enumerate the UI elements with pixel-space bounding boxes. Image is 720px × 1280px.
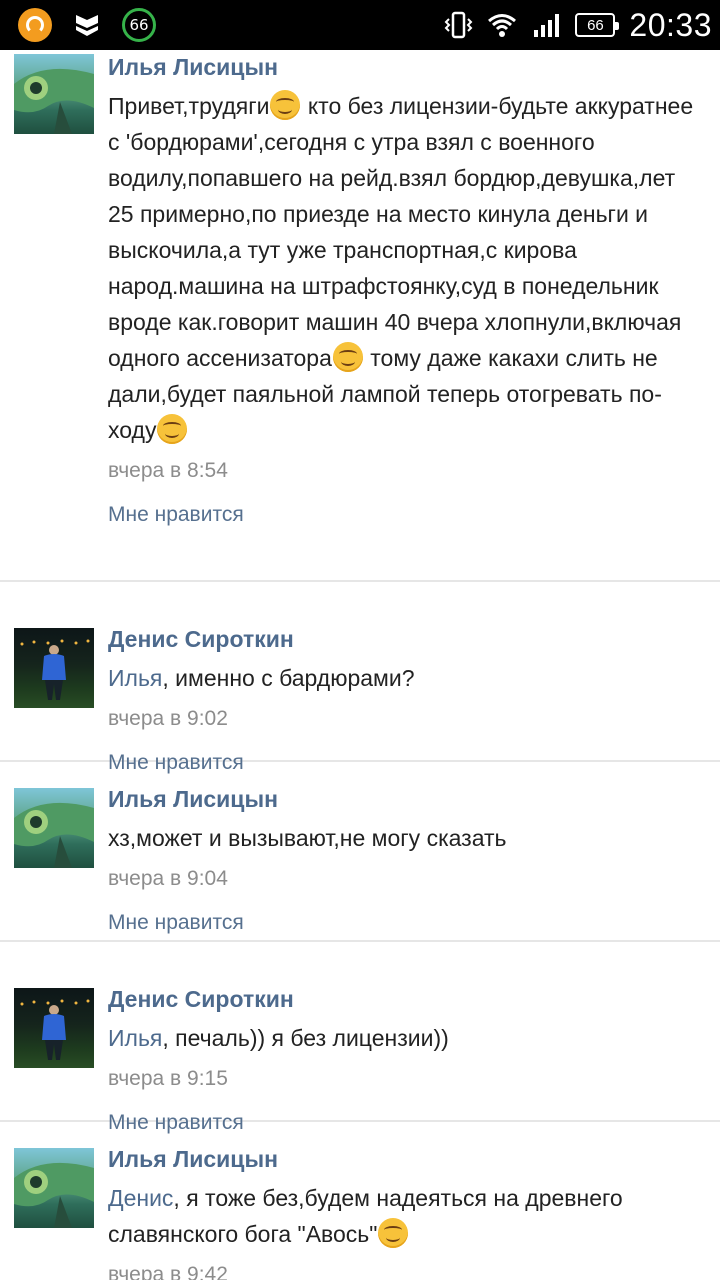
- comment-text: хз,может и вызывают,не могу сказать: [108, 820, 704, 856]
- battery-icon: 66: [575, 13, 620, 37]
- comment-time: вчера в 9:04: [108, 867, 228, 890]
- comment-time: вчера в 9:15: [108, 1067, 228, 1090]
- comment-text-segment: , печаль)) я без лицензии)): [162, 1025, 449, 1051]
- system-icons: 66 20:33: [443, 4, 712, 46]
- chameleon-avatar[interactable]: [14, 1148, 94, 1228]
- smile-emoji: [270, 90, 301, 120]
- comment-text: Привет,трудяги кто без лицензии-будьте а…: [108, 88, 704, 448]
- comment-body: Илья Лисицын Денис, я тоже без,будем наде…: [108, 1144, 704, 1280]
- like-button[interactable]: Мне нравится: [108, 908, 704, 938]
- comment-body: Илья Лисицын хз,может и вызывают,не могу …: [108, 784, 704, 938]
- clock: 20:33: [629, 6, 712, 43]
- comment-item: Денис Сироткин Илья, именно с бардюрами? в…: [0, 582, 720, 774]
- comment-text: Илья, именно с бардюрами?: [108, 660, 704, 696]
- chameleon-icon: [14, 1162, 94, 1228]
- comment-item: Денис Сироткин Илья, печаль)) я без лицен…: [0, 942, 720, 1134]
- notification-icons: 66: [18, 7, 156, 43]
- mention-link[interactable]: Илья: [108, 1025, 162, 1051]
- comment-body: Илья Лисицын Привет,трудяги кто без лицен…: [108, 52, 704, 530]
- battery-ring-value: 66: [129, 16, 149, 34]
- comment-text-segment: , я тоже без,будем надеяться на древнего…: [108, 1185, 623, 1247]
- app-circle-icon: [18, 8, 52, 42]
- night-photo-avatar[interactable]: [14, 988, 94, 1068]
- battery-ring-icon: 66: [122, 8, 156, 42]
- comment-author[interactable]: Илья Лисицын: [108, 1144, 704, 1174]
- wifi-icon: [488, 14, 517, 37]
- smile-emoji: [332, 342, 363, 372]
- comment-time: вчера в 9:02: [108, 707, 228, 730]
- chameleon-icon: [14, 802, 94, 868]
- chameleon-avatar[interactable]: [14, 788, 94, 868]
- shield-icon: [76, 15, 98, 36]
- like-button[interactable]: Мне нравится: [108, 500, 704, 530]
- chameleon-avatar[interactable]: [14, 54, 94, 134]
- comment-time: вчера в 9:42: [108, 1263, 228, 1280]
- battery-level: 66: [587, 16, 604, 34]
- comment-author[interactable]: Илья Лисицын: [108, 52, 704, 82]
- comment-text: Денис, я тоже без,будем надеяться на дре…: [108, 1180, 704, 1252]
- comment-time: вчера в 8:54: [108, 459, 228, 482]
- comment-body: Денис Сироткин Илья, печаль)) я без лицен…: [108, 984, 704, 1138]
- comment-body: Денис Сироткин Илья, именно с бардюрами? в…: [108, 624, 704, 778]
- status-bar: 66 66 20:33: [0, 0, 720, 50]
- smile-emoji: [157, 414, 188, 444]
- comment-text: Илья, печаль)) я без лицензии)): [108, 1020, 704, 1056]
- mention-link[interactable]: Денис: [108, 1185, 173, 1211]
- comment-author[interactable]: Илья Лисицын: [108, 784, 704, 814]
- comment-text-segment: , именно с бардюрами?: [162, 665, 415, 691]
- vibrate-icon: [445, 11, 473, 39]
- comment-text-segment: кто без лицензии-будьте аккуратнее с 'бо…: [108, 93, 694, 371]
- chameleon-icon: [14, 68, 94, 134]
- smile-emoji: [378, 1218, 409, 1248]
- comment-item: Илья Лисицын Денис, я тоже без,будем наде…: [0, 1122, 720, 1280]
- night-photo-avatar[interactable]: [14, 628, 94, 708]
- person-photo-icon: [20, 999, 90, 1060]
- comment-author[interactable]: Денис Сироткин: [108, 984, 704, 1014]
- comment-text-segment: хз,может и вызывают,не могу сказать: [108, 825, 507, 851]
- comment-item: Илья Лисицын хз,может и вызывают,не могу …: [0, 762, 720, 942]
- comment-item: Илья Лисицын Привет,трудяги кто без лицен…: [0, 50, 720, 582]
- comment-text-segment: Привет,трудяги: [108, 93, 270, 119]
- comment-author[interactable]: Денис Сироткин: [108, 624, 704, 654]
- person-photo-icon: [20, 639, 90, 700]
- signal-icon: [534, 14, 560, 37]
- mention-link[interactable]: Илья: [108, 665, 162, 691]
